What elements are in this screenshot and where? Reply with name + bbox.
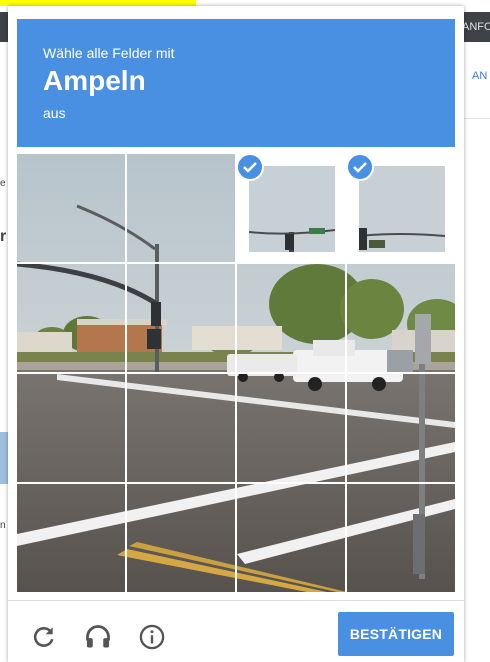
- page-text-fragment: r: [0, 228, 7, 245]
- info-button[interactable]: [134, 619, 170, 655]
- headphones-icon: [86, 625, 110, 648]
- divider: [462, 118, 490, 119]
- image-tile-grid: [17, 153, 455, 592]
- footer-divider: [8, 600, 464, 601]
- checkmark-icon: [346, 153, 374, 181]
- page-text-fragment: e: [0, 178, 6, 189]
- grid-line: [17, 482, 455, 484]
- checkmark-icon: [236, 153, 264, 181]
- challenge-header: Wähle alle Felder mit Ampeln aus: [17, 19, 455, 147]
- verify-button[interactable]: BESTÄTIGEN: [338, 612, 454, 656]
- image-tile[interactable]: [347, 374, 455, 482]
- info-icon: [139, 624, 165, 650]
- captcha-challenge-card: Wähle alle Felder mit Ampeln aus BESTÄTI…: [8, 6, 464, 662]
- grid-line: [17, 372, 455, 374]
- image-tile[interactable]: [127, 484, 235, 592]
- reload-button[interactable]: [26, 619, 62, 655]
- image-tile[interactable]: [17, 374, 125, 482]
- page-text-fragment: n: [0, 520, 6, 531]
- instruction-text: Wähle alle Felder mit: [43, 45, 175, 61]
- image-tile[interactable]: [127, 264, 235, 372]
- image-tile[interactable]: [347, 484, 455, 592]
- image-tile[interactable]: [237, 374, 345, 482]
- audio-challenge-button[interactable]: [80, 619, 116, 655]
- page-button-fragment[interactable]: [0, 432, 8, 484]
- image-tile[interactable]: [127, 154, 235, 262]
- reload-icon: [33, 627, 54, 647]
- header-label: ANFO: [462, 21, 490, 33]
- target-object-label: Ampeln: [43, 65, 146, 96]
- image-tile[interactable]: [346, 153, 455, 262]
- page-header-right: ANFO: [462, 12, 490, 42]
- image-tile[interactable]: [17, 484, 125, 592]
- image-tile[interactable]: [17, 154, 125, 262]
- image-tile[interactable]: [17, 264, 125, 372]
- page-link[interactable]: AN: [472, 70, 487, 82]
- image-tile[interactable]: [236, 153, 345, 262]
- image-tile[interactable]: [237, 484, 345, 592]
- instruction-suffix: aus: [43, 105, 66, 121]
- image-tile[interactable]: [237, 264, 345, 372]
- image-tile[interactable]: [127, 374, 235, 482]
- image-tile[interactable]: [347, 264, 455, 372]
- grid-line: [17, 262, 455, 264]
